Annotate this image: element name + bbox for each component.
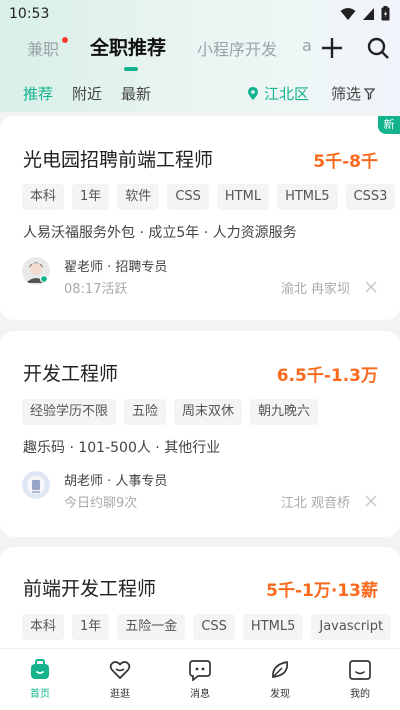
job-tag: 经验学历不限 [22, 399, 117, 425]
status-bar: 10:53 [0, 0, 400, 28]
home-bag-icon [31, 659, 49, 679]
nav-messages[interactable]: 消息 [170, 659, 230, 700]
job-tag: CSS [193, 614, 235, 640]
job-tag: HTML5 [277, 184, 338, 210]
close-icon[interactable] [364, 280, 378, 294]
nav-browse[interactable]: 逛逛 [90, 659, 150, 700]
signal-icon [363, 7, 374, 20]
job-tag: 周末双休 [174, 399, 243, 425]
job-tag: CSS3 [345, 184, 396, 210]
job-tags: 本科 1年 五险一金 CSS HTML5 Javascript [22, 614, 392, 640]
job-tag: 五险一金 [117, 614, 186, 640]
status-time: 10:53 [9, 6, 50, 22]
unread-dot [62, 37, 68, 43]
job-card[interactable]: 开发工程师 6.5千-1.3万 经验学历不限 五险 周末双休 朝九晚六 趣乐码 … [0, 331, 400, 537]
close-icon[interactable] [364, 494, 378, 508]
battery-icon [381, 6, 390, 21]
discover-leaf-icon [272, 660, 289, 678]
message-icon [189, 660, 211, 681]
company-info: 趣乐码 · 101-500人 · 其他行业 [23, 440, 221, 456]
filter-funnel-icon [364, 87, 376, 100]
active-tab-indicator [124, 67, 138, 71]
tab-full-time-recommend[interactable]: 全职推荐 [90, 33, 166, 60]
nav-profile[interactable]: 我的 [330, 659, 390, 700]
recruiter-name: 胡老师 · 人事专员 [64, 474, 168, 489]
job-title: 前端开发工程师 [23, 578, 157, 600]
job-tag: 本科 [22, 614, 65, 640]
job-tag: 本科 [22, 184, 65, 210]
job-tag: HTML [216, 184, 270, 210]
tab-part-time[interactable]: 兼职 [27, 36, 59, 60]
nav-label: 我的 [350, 689, 370, 700]
location-pin-icon [248, 87, 258, 100]
job-tag: Javascript [311, 614, 392, 640]
filter-nearby[interactable]: 附近 [72, 83, 102, 104]
job-salary: 5千-8千 [313, 152, 378, 172]
heart-icon [109, 661, 131, 680]
screen-button[interactable]: 筛选 [331, 83, 376, 104]
screen-label: 筛选 [331, 85, 362, 103]
job-tag: CSS [167, 184, 209, 210]
job-tags: 经验学历不限 五险 周末双休 朝九晚六 [22, 399, 319, 425]
recruiter-avatar [22, 257, 50, 285]
recruiter-activity: 今日约聊9次 [64, 496, 138, 511]
filter-row: 推荐 附近 最新 江北区 筛选 [0, 78, 400, 108]
job-title: 光电园招聘前端工程师 [23, 149, 214, 171]
profile-face-icon [349, 660, 371, 680]
job-tag: 朝九晚六 [250, 399, 319, 425]
nav-home[interactable]: 首页 [10, 659, 70, 700]
location-selector[interactable]: 江北区 [248, 83, 309, 104]
nav-discover[interactable]: 发现 [250, 659, 310, 700]
filter-recommend[interactable]: 推荐 [23, 83, 53, 104]
search-icon[interactable] [366, 36, 390, 60]
company-info: 人易沃福服务外包 · 成立5年 · 人力资源服务 [23, 225, 297, 241]
nav-label: 首页 [30, 689, 50, 700]
header: 10:53 兼职 全职推荐 小程序开发 a 推荐 附近 最新 江北区 筛选 [0, 0, 400, 112]
job-tag: 1年 [72, 614, 110, 640]
job-tags: 本科 1年 软件 CSS HTML HTML5 CSS3 [22, 184, 396, 210]
job-title: 开发工程师 [23, 363, 119, 385]
job-salary: 6.5千-1.3万 [276, 366, 378, 386]
recruiter-activity: 08:17活跃 [64, 282, 128, 297]
nav-label: 逛逛 [110, 689, 130, 700]
filter-latest[interactable]: 最新 [121, 83, 151, 104]
job-tag: 1年 [72, 184, 110, 210]
job-tag: HTML5 [242, 614, 304, 640]
recruiter-avatar [22, 471, 50, 499]
nav-label: 消息 [190, 689, 210, 700]
job-area: 江北 观音桥 [280, 496, 350, 511]
job-tag: 五险 [124, 399, 167, 425]
tab-a[interactable]: a [302, 36, 312, 55]
new-badge: 新 [378, 116, 400, 134]
job-area: 渝北 冉家坝 [280, 282, 350, 297]
wifi-icon [340, 7, 356, 20]
job-card[interactable]: 新 光电园招聘前端工程师 5千-8千 本科 1年 软件 CSS HTML HTM… [0, 116, 400, 320]
bottom-nav: 首页 逛逛 消息 发现 我的 [0, 648, 400, 710]
plus-icon[interactable] [320, 36, 344, 60]
nav-label: 发现 [270, 689, 290, 700]
recruiter-name: 翟老师 · 招聘专员 [64, 260, 168, 275]
location-label: 江北区 [264, 85, 310, 103]
tab-mini-program-dev[interactable]: 小程序开发 [197, 36, 277, 60]
job-salary: 5千-1万·13薪 [266, 581, 378, 601]
job-tag: 软件 [117, 184, 160, 210]
